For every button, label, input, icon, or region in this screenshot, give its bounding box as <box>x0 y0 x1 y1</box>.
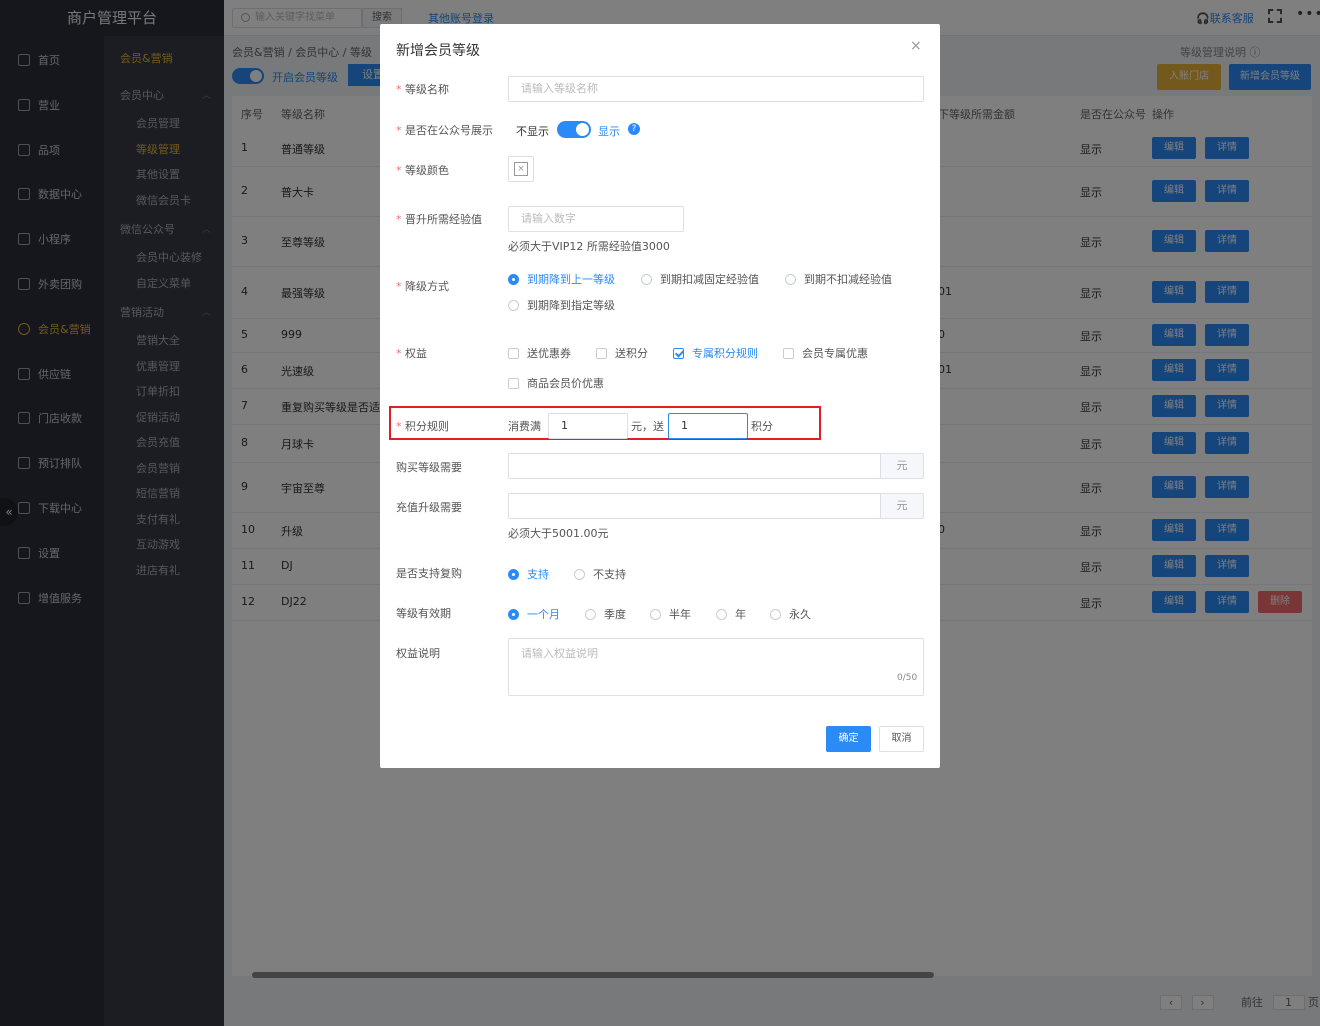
validity-label: 等级有效期 <box>396 607 451 620</box>
points-rule-label: 积分规则 <box>396 418 449 434</box>
exp-label: 晋升所需经验值 <box>396 211 482 227</box>
exp-input[interactable]: 请输入数字 <box>508 206 684 232</box>
level-name-input[interactable]: 请输入等级名称 <box>508 76 924 102</box>
rights-checkbox[interactable]: 送积分 <box>596 345 648 361</box>
show-label: 是否在公众号展示 <box>396 122 493 138</box>
radio-dot <box>716 608 727 620</box>
radio-label: 一个月 <box>527 608 560 621</box>
checkbox-box <box>673 347 684 359</box>
rights-label: 权益 <box>396 345 427 361</box>
radio-label: 到期降到指定等级 <box>527 299 615 312</box>
radio-dot <box>650 608 661 620</box>
radio-option[interactable]: 不支持 <box>574 566 626 582</box>
recharge-unit: 元 <box>880 493 924 519</box>
radio-label: 永久 <box>789 608 811 621</box>
radio-dot <box>508 299 519 311</box>
recharge-hint: 必须大于5001.00元 <box>508 527 609 540</box>
points-suffix: 积分 <box>751 420 773 433</box>
points-give-input[interactable]: 1 <box>668 413 748 439</box>
show-on-label: 显示 <box>598 125 620 138</box>
radio-label: 到期不扣减经验值 <box>804 273 892 286</box>
buy-level-input[interactable] <box>508 453 882 479</box>
radio-dot <box>508 568 519 580</box>
radio-dot <box>508 273 519 285</box>
checkbox-label: 送优惠券 <box>527 347 571 360</box>
color-picker[interactable]: × <box>508 156 534 182</box>
radio-option[interactable]: 到期不扣减经验值 <box>785 271 892 287</box>
checkbox-label: 送积分 <box>615 347 648 360</box>
radio-option[interactable]: 到期扣减固定经验值 <box>641 271 759 287</box>
buy-level-label: 购买等级需要 <box>396 461 462 474</box>
rights-checkbox[interactable]: 专属积分规则 <box>673 345 758 361</box>
rebuy-label: 是否支持复购 <box>396 567 462 580</box>
level-name-label: 等级名称 <box>396 81 449 97</box>
radio-dot <box>641 273 652 285</box>
radio-label: 到期降到上一等级 <box>527 273 615 286</box>
radio-option[interactable]: 一个月 <box>508 606 560 622</box>
checkbox-box <box>596 347 607 359</box>
rights-checkbox[interactable]: 商品会员价优惠 <box>508 375 604 391</box>
radio-dot <box>785 273 796 285</box>
points-spend-input[interactable]: 1 <box>548 413 628 439</box>
radio-option[interactable]: 半年 <box>650 606 691 622</box>
empty-color-icon: × <box>514 162 528 176</box>
points-prefix: 消费满 <box>508 420 541 433</box>
radio-label: 到期扣减固定经验值 <box>660 273 759 286</box>
exp-hint: 必须大于VIP12 所需经验值3000 <box>508 240 670 253</box>
points-mid: 元，送 <box>631 420 664 433</box>
radio-option[interactable]: 支持 <box>508 566 549 582</box>
cancel-button[interactable]: 取消 <box>879 726 924 752</box>
radio-dot <box>574 568 585 580</box>
radio-option[interactable]: 年 <box>716 606 746 622</box>
radio-label: 不支持 <box>593 568 626 581</box>
show-off-label: 不显示 <box>516 125 549 138</box>
help-icon[interactable]: ? <box>628 123 640 135</box>
show-toggle[interactable] <box>557 121 591 138</box>
buy-level-unit: 元 <box>880 453 924 479</box>
radio-option[interactable]: 季度 <box>585 606 626 622</box>
checkbox-label: 会员专属优惠 <box>802 347 868 360</box>
radio-label: 季度 <box>604 608 626 621</box>
char-counter: 0/50 <box>897 673 918 683</box>
checkbox-label: 专属积分规则 <box>692 347 758 360</box>
checkbox-label: 商品会员价优惠 <box>527 377 604 390</box>
radio-dot <box>585 608 596 620</box>
desc-label: 权益说明 <box>396 647 440 660</box>
confirm-button[interactable]: 确定 <box>826 726 871 752</box>
radio-dot <box>770 608 781 620</box>
checkbox-box <box>508 377 519 389</box>
downgrade-label: 降级方式 <box>396 278 449 294</box>
level-color-label: 等级颜色 <box>396 162 449 178</box>
checkbox-box <box>783 347 794 359</box>
radio-option[interactable]: 到期降到上一等级 <box>508 271 615 287</box>
rights-checkbox[interactable]: 会员专属优惠 <box>783 345 868 361</box>
rights-desc-textarea[interactable]: 请输入权益说明 <box>508 638 924 696</box>
close-icon[interactable]: × <box>910 38 922 54</box>
radio-label: 支持 <box>527 568 549 581</box>
radio-option[interactable]: 永久 <box>770 606 811 622</box>
rights-checkbox[interactable]: 送优惠券 <box>508 345 571 361</box>
checkbox-box <box>508 347 519 359</box>
radio-option[interactable]: 到期降到指定等级 <box>508 297 615 313</box>
dialog-title: 新增会员等级 <box>396 43 480 59</box>
recharge-label: 充值升级需要 <box>396 501 462 514</box>
radio-dot <box>508 608 519 620</box>
recharge-input[interactable] <box>508 493 882 519</box>
radio-label: 半年 <box>669 608 691 621</box>
radio-label: 年 <box>735 608 746 621</box>
